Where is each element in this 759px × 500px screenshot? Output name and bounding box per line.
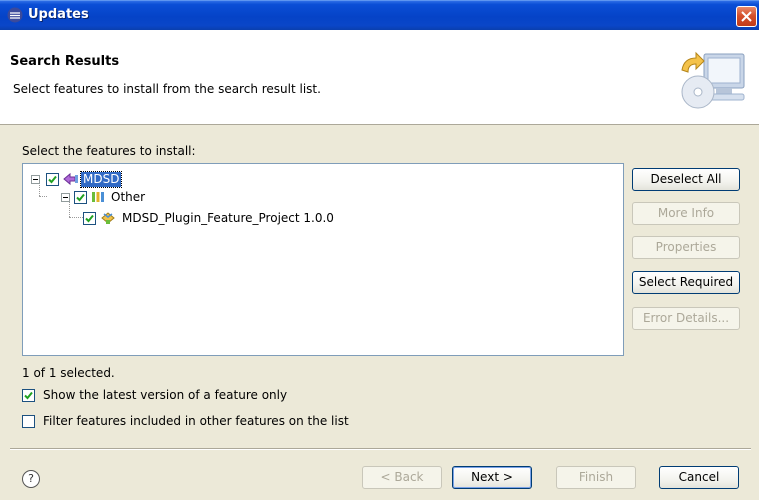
more-info-button[interactable]: More Info — [632, 202, 740, 225]
finish-button[interactable]: Finish — [556, 466, 636, 489]
properties-button[interactable]: Properties — [632, 236, 740, 259]
help-button[interactable]: ? — [22, 470, 40, 488]
select-required-button[interactable]: Select Required — [632, 271, 740, 294]
tree-label-other: Other — [111, 189, 146, 204]
updates-dialog: Updates Search Results Select features t… — [0, 0, 759, 500]
checkmark-icon — [24, 391, 33, 399]
option-latest-only[interactable]: Show the latest version of a feature onl… — [22, 388, 287, 402]
cancel-button[interactable]: Cancel — [659, 466, 739, 489]
filter-included-checkbox[interactable] — [22, 414, 35, 428]
page-description: Select features to install from the sear… — [13, 82, 321, 96]
plugin-group-icon — [92, 192, 104, 202]
back-button[interactable]: < Back — [362, 466, 442, 489]
tree-label-mdsd: MDSD — [79, 170, 123, 188]
selection-count: 1 of 1 selected. — [22, 366, 115, 380]
checkbox-other[interactable] — [74, 190, 87, 204]
page-title: Search Results — [10, 54, 120, 69]
checkbox-mdsd[interactable] — [46, 172, 59, 186]
feature-tree[interactable]: MDSD Other MDSD_Plugin_Feature_Project 1… — [22, 163, 624, 356]
checkmark-icon — [48, 175, 57, 183]
checkmark-icon — [76, 193, 85, 201]
next-button[interactable]: Next > — [452, 466, 532, 489]
footer-divider — [10, 448, 751, 450]
tree-node-mdsd[interactable]: MDSD — [31, 170, 123, 188]
tree-label: Select the features to install: — [22, 144, 196, 158]
collapse-icon[interactable] — [61, 192, 70, 202]
option-filter-included[interactable]: Filter features included in other featur… — [22, 414, 349, 428]
tree-node-other[interactable]: Other — [61, 188, 147, 206]
window-title: Updates — [28, 7, 89, 22]
checkbox-feature[interactable] — [83, 211, 96, 225]
category-icon — [63, 172, 78, 186]
collapse-icon[interactable] — [31, 174, 40, 184]
error-details-button[interactable]: Error Details... — [632, 307, 740, 330]
tree-node-feature[interactable]: MDSD_Plugin_Feature_Project 1.0.0 — [83, 209, 336, 227]
checkmark-icon — [85, 214, 94, 222]
close-button[interactable] — [736, 6, 757, 27]
close-icon — [741, 11, 752, 22]
title-bar[interactable]: Updates — [0, 0, 759, 30]
install-wizard-icon — [681, 51, 745, 109]
header-banner: Search Results Select features to instal… — [0, 30, 759, 125]
tree-label-feature: MDSD_Plugin_Feature_Project 1.0.0 — [122, 210, 334, 225]
latest-only-checkbox[interactable] — [22, 388, 35, 402]
feature-icon — [101, 211, 115, 224]
eclipse-icon — [7, 7, 23, 23]
deselect-all-button[interactable]: Deselect All — [632, 168, 740, 191]
latest-only-label: Show the latest version of a feature onl… — [43, 388, 288, 402]
filter-included-label: Filter features included in other featur… — [43, 414, 349, 428]
